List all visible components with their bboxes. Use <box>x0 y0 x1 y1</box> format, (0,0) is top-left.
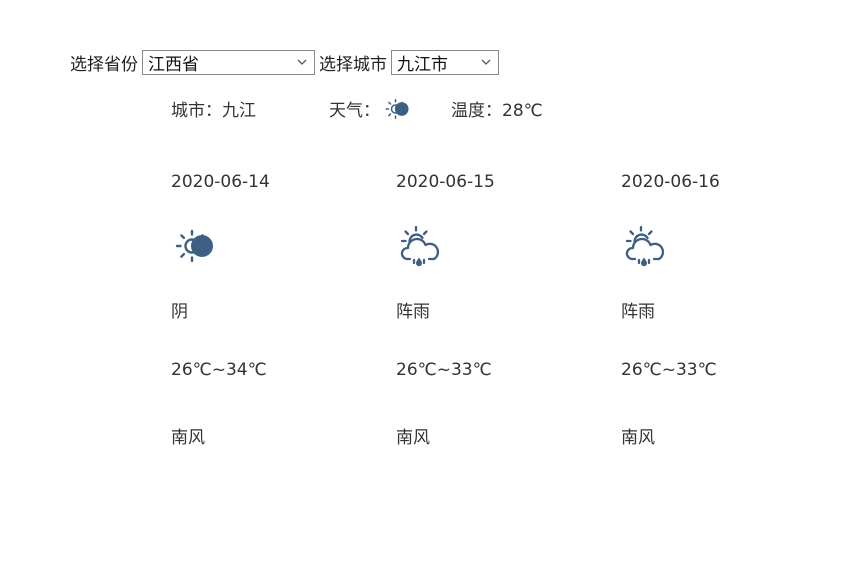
current-temperature: 温度：28℃ <box>451 96 543 121</box>
forecast-temperature: 26℃~34℃ <box>171 360 267 380</box>
forecast-wind: 南风 <box>171 428 205 448</box>
forecast-temperature: 26℃~33℃ <box>621 360 717 380</box>
forecast-weather: 阵雨 <box>396 302 430 322</box>
weather-page: 选择省份 江西省 选择城市 九江市 城市：九江 天气： 温度：28℃ 2020-… <box>0 0 853 562</box>
city-select[interactable]: 九江市 <box>391 50 499 75</box>
province-select-value: 江西省 <box>148 55 199 75</box>
city-select-value: 九江市 <box>397 55 448 75</box>
forecast-weather: 阵雨 <box>621 302 655 322</box>
forecast-weather: 阴 <box>171 302 188 322</box>
forecast-wind: 南风 <box>396 428 430 448</box>
city-label: 选择城市 <box>319 55 387 75</box>
current-temp-label: 温度： <box>451 101 502 121</box>
province-select[interactable]: 江西省 <box>142 50 315 75</box>
cloudy-sun-icon <box>385 96 411 122</box>
forecast-date: 2020-06-15 <box>396 172 495 192</box>
chevron-down-icon <box>481 59 491 65</box>
province-label: 选择省份 <box>70 55 138 75</box>
selector-bar: 选择省份 江西省 选择城市 九江市 <box>70 49 499 76</box>
forecast-temperature: 26℃~33℃ <box>396 360 492 380</box>
shower-icon <box>625 225 667 267</box>
chevron-down-icon <box>297 59 307 65</box>
current-city-value: 九江 <box>222 101 256 121</box>
current-weather-label: 天气： <box>329 101 380 121</box>
forecast-date: 2020-06-14 <box>171 172 270 192</box>
cloudy-sun-icon <box>175 225 217 267</box>
current-city: 城市：九江 <box>171 96 256 121</box>
forecast-wind: 南风 <box>621 428 655 448</box>
current-temp-value: 28℃ <box>502 101 543 121</box>
forecast-date: 2020-06-16 <box>621 172 720 192</box>
shower-icon <box>400 225 442 267</box>
current-city-label: 城市： <box>171 101 222 121</box>
